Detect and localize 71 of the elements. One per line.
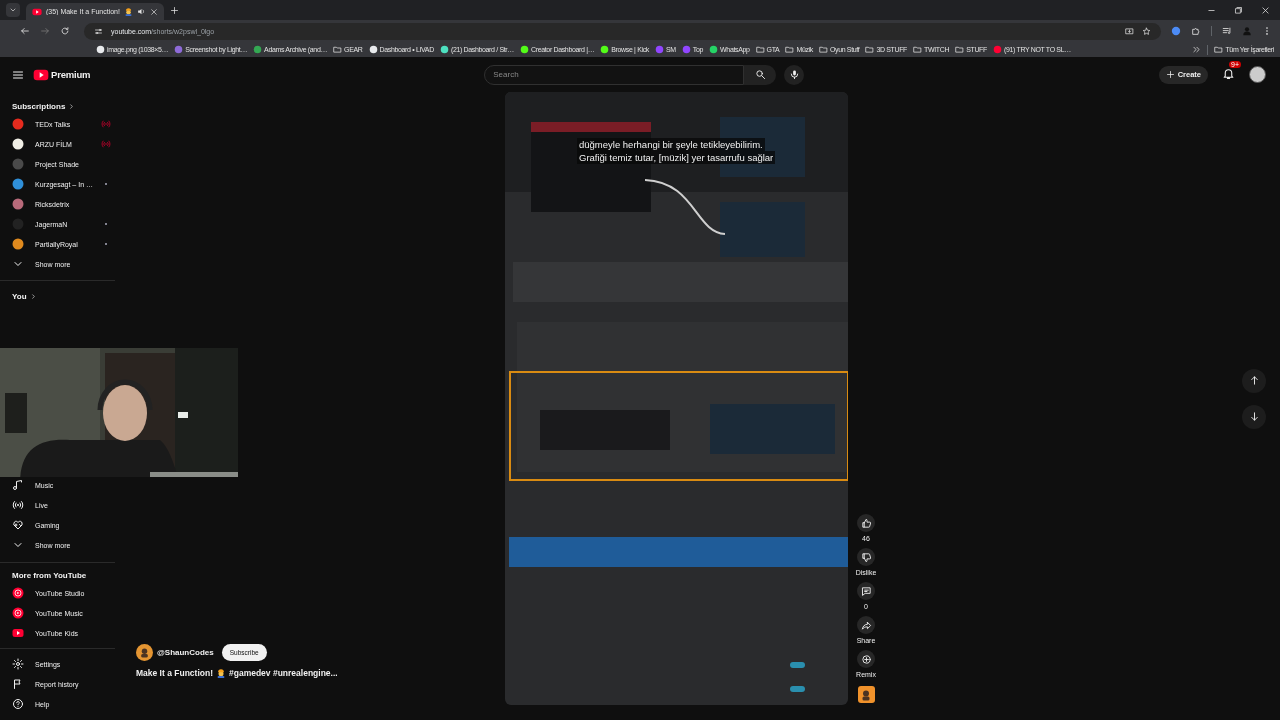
- folder-icon: [1214, 45, 1224, 54]
- speaker-icon[interactable]: [136, 7, 146, 16]
- comment-icon: [860, 585, 872, 597]
- chevron-right-icon: [68, 102, 76, 110]
- youtube-icon: [12, 607, 24, 619]
- gaming-icon: [12, 519, 24, 531]
- settings-icon: [12, 658, 24, 670]
- install-icon[interactable]: [1125, 26, 1134, 36]
- tab-list-button[interactable]: [6, 3, 20, 17]
- arrow-up-icon: [1248, 375, 1260, 386]
- youtube-icon: [32, 6, 42, 17]
- channel-avatar[interactable]: [136, 644, 153, 661]
- video-title: Make It a Function!: [136, 668, 213, 678]
- new-tab-icon[interactable]: [169, 5, 179, 15]
- bell-icon[interactable]: [1222, 67, 1235, 80]
- remix-button[interactable]: [857, 650, 875, 668]
- channel-avatar[interactable]: [857, 686, 875, 703]
- help-icon: [12, 698, 24, 710]
- back-icon[interactable]: [20, 26, 30, 36]
- search-icon: [754, 69, 766, 80]
- close-icon[interactable]: [1261, 5, 1270, 15]
- music-icon: [12, 479, 24, 491]
- arrow-down-icon: [1248, 411, 1260, 422]
- hashtags[interactable]: #gamedev #unrealengine...: [229, 668, 338, 678]
- share-icon: [860, 619, 872, 631]
- figure-icon: [860, 688, 872, 701]
- search-field[interactable]: Search: [484, 64, 745, 85]
- worker-icon: [216, 668, 226, 678]
- account-avatar[interactable]: [1249, 66, 1266, 83]
- figure-icon: [139, 647, 150, 658]
- worker-icon: [123, 7, 133, 16]
- youtube-icon: [12, 587, 24, 599]
- chevron-right-icon: [29, 292, 37, 300]
- like-button[interactable]: [857, 514, 875, 532]
- puzzle-icon[interactable]: [1191, 26, 1201, 36]
- restore-icon[interactable]: [1234, 5, 1243, 15]
- logo-label: Premium: [51, 69, 91, 80]
- next-button[interactable]: [1242, 404, 1266, 429]
- folder-icon: [818, 45, 828, 54]
- folder-icon: [333, 45, 343, 54]
- share-button[interactable]: [857, 616, 875, 634]
- voice-search-button[interactable]: [784, 64, 805, 85]
- folder-icon: [785, 45, 795, 54]
- dislike-icon: [860, 551, 872, 563]
- like-icon: [860, 517, 872, 529]
- more-bookmarks-icon[interactable]: [1192, 45, 1202, 54]
- microphone-icon: [788, 69, 800, 80]
- folder-icon: [755, 45, 765, 54]
- previous-button[interactable]: [1242, 368, 1266, 393]
- chevron-down-icon: [9, 6, 17, 14]
- remix-icon: [860, 653, 872, 665]
- close-icon[interactable]: [149, 7, 158, 16]
- dislike-button[interactable]: [857, 548, 875, 566]
- reload-icon[interactable]: [60, 26, 70, 36]
- live-icon: [12, 499, 24, 511]
- search-button[interactable]: [744, 64, 777, 85]
- section-heading[interactable]: Subscriptions: [0, 98, 76, 114]
- folder-icon: [955, 45, 965, 54]
- site-info-icon[interactable]: [94, 26, 103, 36]
- folder-icon: [865, 45, 875, 54]
- extension-icon[interactable]: [1171, 26, 1181, 36]
- folder-icon: [913, 45, 923, 54]
- section-heading[interactable]: More from YouTube: [0, 567, 87, 583]
- bookmark-star-icon[interactable]: [1142, 26, 1151, 36]
- comments-button[interactable]: [857, 582, 875, 600]
- media-controls-icon[interactable]: [1222, 26, 1232, 36]
- plus-icon: [1165, 70, 1175, 79]
- youtube-icon: [12, 627, 24, 639]
- section-heading[interactable]: You: [0, 288, 37, 304]
- channel-name[interactable]: @ShaunCodes: [157, 648, 214, 657]
- menu-icon[interactable]: [12, 68, 24, 81]
